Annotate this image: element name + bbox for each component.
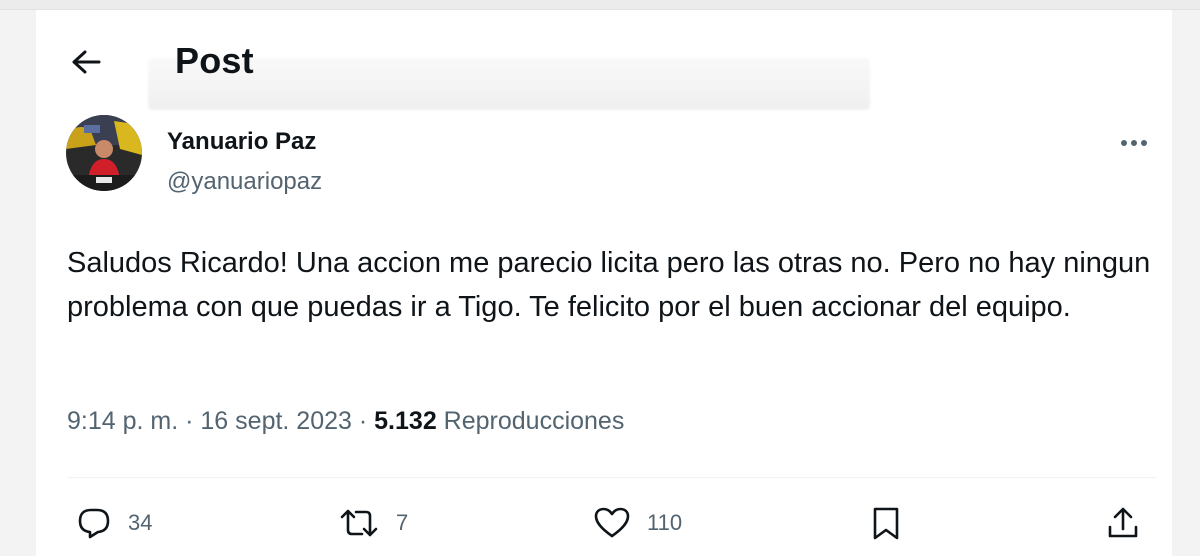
like-count: 110 (647, 510, 683, 535)
page-title: Post (175, 40, 254, 81)
divider (67, 477, 1157, 478)
post-time[interactable]: 9:14 p. m. (67, 407, 178, 435)
reply-button[interactable]: 34 (76, 503, 152, 543)
bookmark-button[interactable] (870, 503, 902, 543)
like-button[interactable]: 110 (593, 503, 682, 543)
meta-separator: · (358, 407, 375, 435)
post-meta: 9:14 p. m. · 16 sept. 2023 · 5.132 Repro… (67, 407, 624, 436)
avatar[interactable] (66, 115, 142, 191)
top-edge (0, 0, 1200, 10)
back-button[interactable] (64, 40, 108, 84)
post-date[interactable]: 16 sept. 2023 (200, 407, 352, 435)
views-label: Reproducciones (443, 407, 625, 435)
meta-separator: · (185, 407, 201, 435)
views-count: 5.132 (374, 407, 437, 435)
author-handle[interactable]: @yanuariopaz (167, 168, 322, 196)
bookmark-icon (870, 505, 902, 541)
reply-icon (76, 506, 112, 540)
repost-icon (338, 506, 380, 540)
author-display-name[interactable]: Yanuario Paz (167, 128, 316, 156)
repost-count: 7 (396, 510, 409, 535)
share-icon (1106, 505, 1140, 541)
ellipsis-icon (1120, 139, 1148, 147)
repost-button[interactable]: 7 (338, 503, 408, 543)
share-button[interactable] (1106, 503, 1140, 543)
post-card: Post Yanuario Paz @yanuariopaz Saludos R… (36, 10, 1172, 556)
arrow-left-icon (71, 49, 101, 75)
post-text: Saludos Ricardo! Una accion me parecio l… (67, 247, 1151, 323)
more-options-button[interactable] (1114, 128, 1154, 158)
reply-count: 34 (128, 510, 153, 535)
heart-icon (593, 506, 631, 540)
blurred-overlay (148, 58, 870, 110)
post-header: Post (36, 10, 1172, 110)
